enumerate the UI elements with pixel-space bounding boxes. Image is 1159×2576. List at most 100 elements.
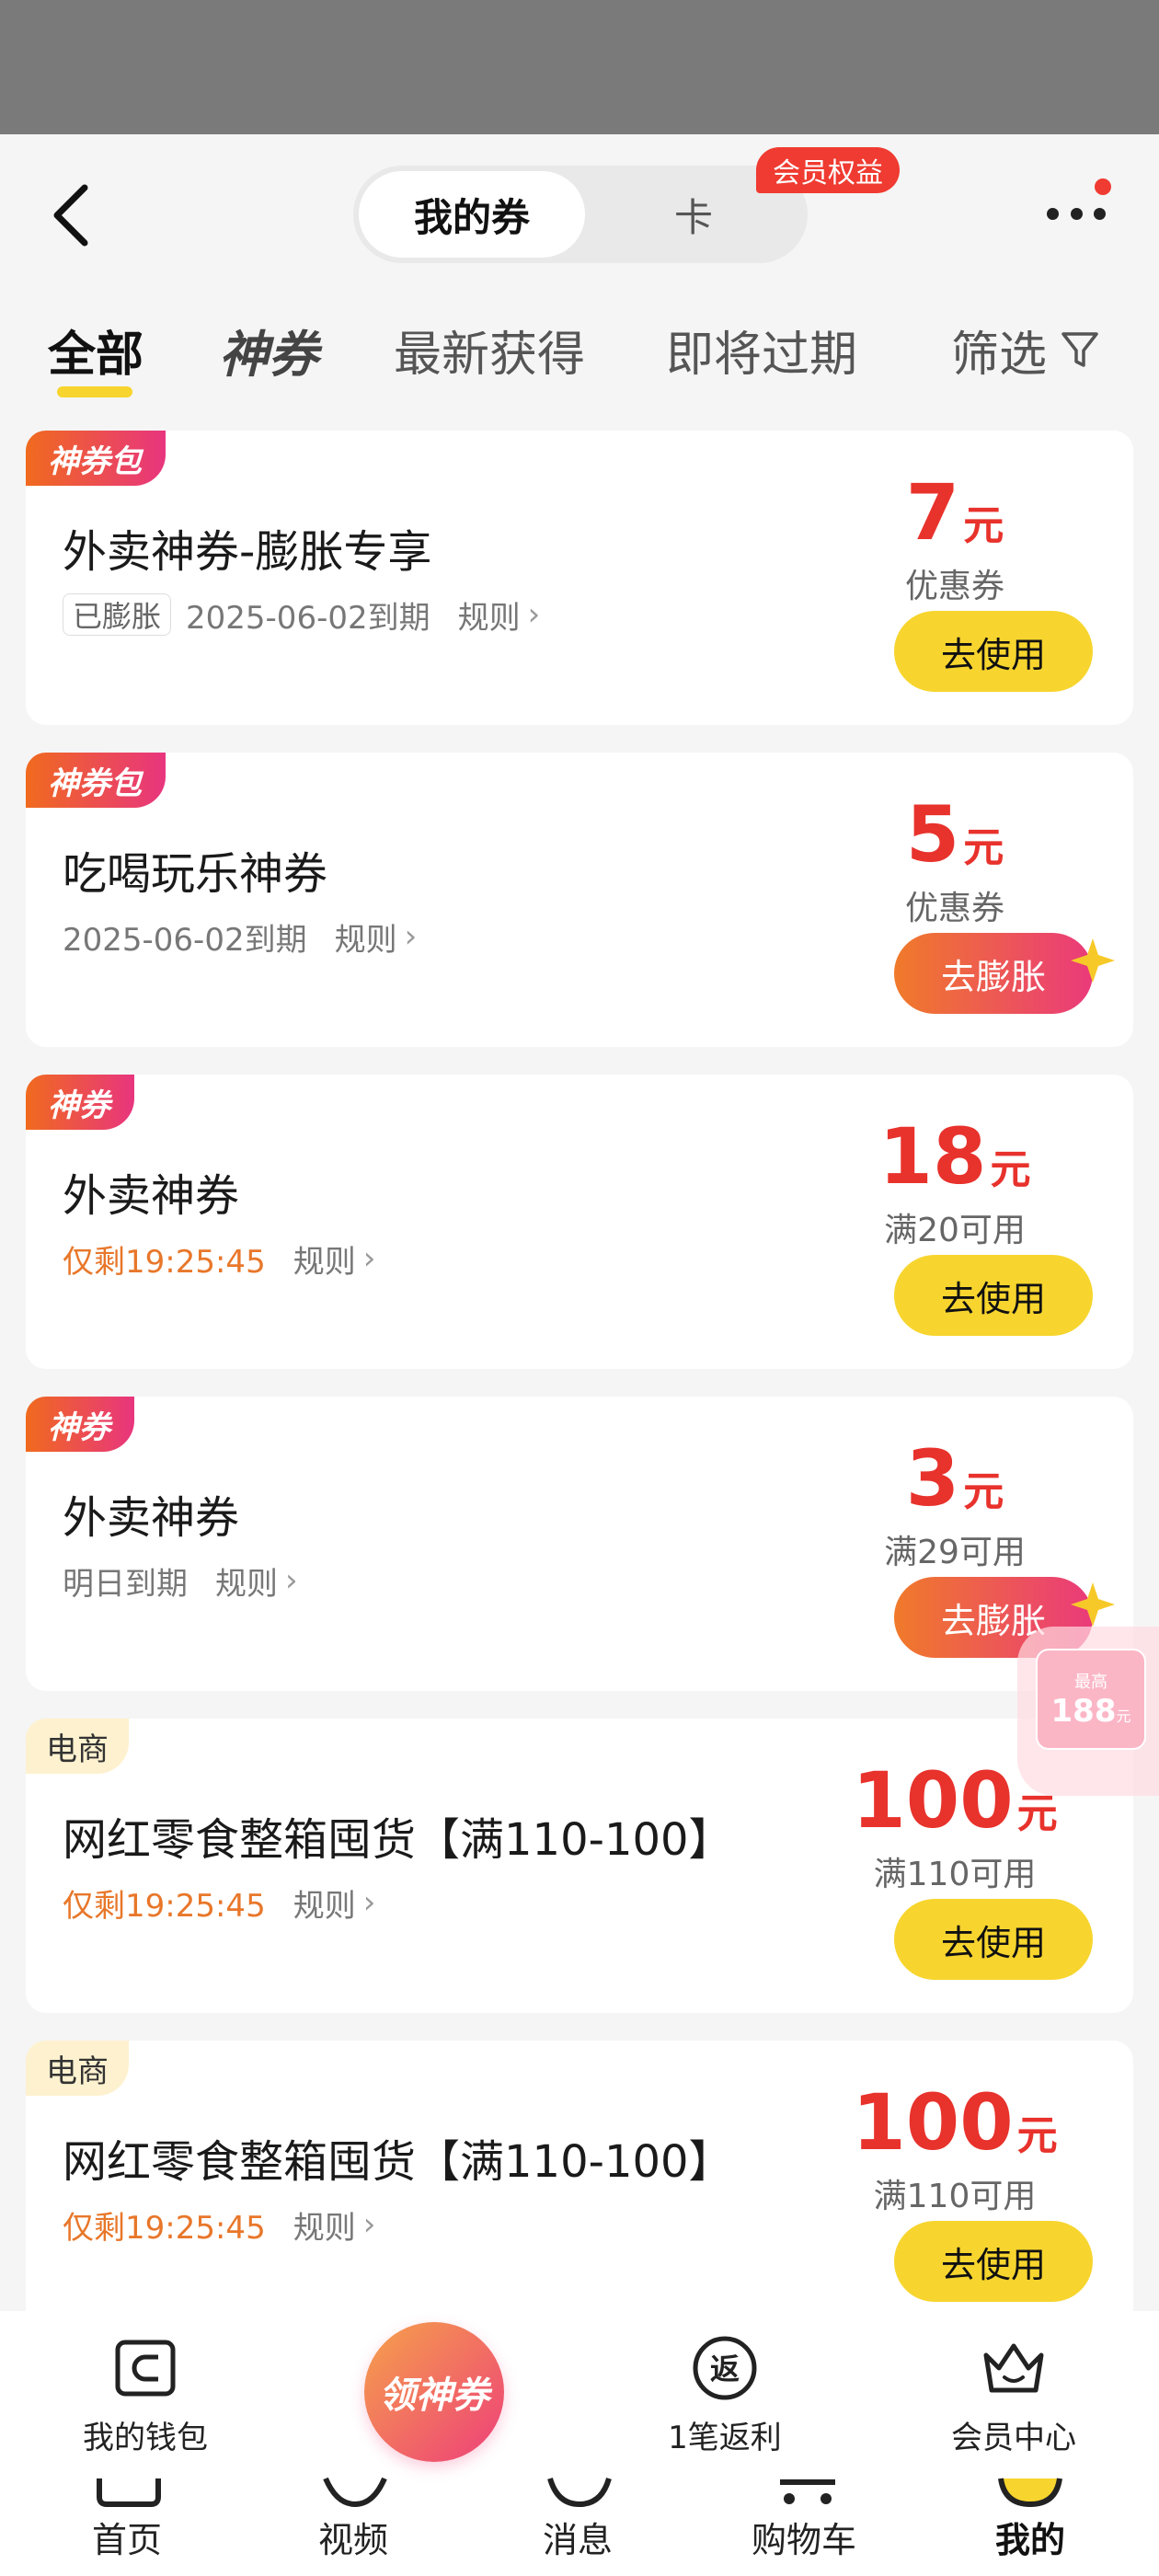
sparkle-star-icon xyxy=(1071,1582,1115,1627)
wallet-button[interactable]: 我的钱包 xyxy=(44,2331,247,2457)
floating-promo-amount: 188元 xyxy=(1051,1693,1131,1730)
inflated-chip: 已膨胀 xyxy=(63,593,172,636)
coupon-amount: 5元 xyxy=(817,789,1093,880)
coupon-expiry: 明日到期 xyxy=(63,1565,188,1603)
coupon-title: 外卖神券 xyxy=(63,1170,240,1222)
coupon-amount-value: 18 xyxy=(878,1111,987,1202)
tab-expiring[interactable]: 即将过期 xyxy=(666,304,857,396)
claim-coupon-button[interactable]: 领神券 xyxy=(364,2322,504,2462)
coupon-meta: 已膨胀 2025-06-02到期 规则 › xyxy=(63,592,540,637)
coupon-condition: 满110可用 xyxy=(873,1856,1037,1893)
floating-promo-number: 188 xyxy=(1050,1693,1117,1730)
rebate-icon: 返 xyxy=(693,2336,757,2400)
coupon-title: 网红零食整箱囤货【满110-100】 xyxy=(63,2136,733,2188)
use-button[interactable]: 去使用 xyxy=(894,611,1093,692)
sparkle-star-icon xyxy=(1071,938,1115,983)
floating-promo-label: 最高 xyxy=(1074,1673,1107,1692)
coupon-tag: 神券 xyxy=(26,1397,134,1452)
rebate-label: 1笔返利 xyxy=(668,2420,782,2456)
more-dots-icon xyxy=(1047,207,1059,220)
member-center-label: 会员中心 xyxy=(951,2420,1076,2456)
coupon-card[interactable]: 电商 网红零食整箱囤货【满110-100】 仅剩19:25:45 规则 › 10… xyxy=(26,2041,1133,2335)
nav-messages[interactable]: 消息 xyxy=(495,2512,660,2562)
chevron-right-icon: › xyxy=(527,596,541,633)
floating-promo-unit: 元 xyxy=(1116,1708,1131,1725)
coupon-amount-value: 7 xyxy=(905,467,960,558)
coupon-amount-value: 100 xyxy=(852,2077,1014,2168)
coupon-amount-unit: 元 xyxy=(1016,2112,1058,2159)
rule-link[interactable]: 规则 xyxy=(293,1236,356,1282)
coupon-meta: 仅剩19:25:45 规则 › xyxy=(63,1880,375,1925)
inflate-button[interactable]: 去膨胀 xyxy=(894,933,1093,1014)
tab-active-underline xyxy=(57,386,132,397)
coupon-tag: 神券包 xyxy=(26,431,166,486)
use-button[interactable]: 去使用 xyxy=(894,1899,1093,1980)
coupon-tag: 电商 xyxy=(26,2041,129,2096)
coupon-amount-value: 3 xyxy=(905,1433,960,1524)
coupon-expiry: 2025-06-02到期 xyxy=(186,599,430,637)
coupon-title: 外卖神券-膨胀专享 xyxy=(63,526,432,578)
rebate-icon-char: 返 xyxy=(710,2352,740,2386)
coupon-card[interactable]: 电商 网红零食整箱囤货【满110-100】 仅剩19:25:45 规则 › 10… xyxy=(26,1719,1133,2013)
rule-link[interactable]: 规则 xyxy=(293,2202,356,2248)
tab-filter-label: 筛选 xyxy=(951,327,1048,383)
coupon-condition: 满110可用 xyxy=(873,2178,1037,2215)
coupon-card[interactable]: 神券包 外卖神券-膨胀专享 已膨胀 2025-06-02到期 规则 › 7元 优… xyxy=(26,431,1133,725)
more-dot xyxy=(1094,207,1106,220)
coupon-amount-unit: 元 xyxy=(963,824,1004,871)
chevron-right-icon: › xyxy=(362,1884,376,1921)
use-button[interactable]: 去使用 xyxy=(894,1255,1093,1336)
member-center-button[interactable]: 会员中心 xyxy=(912,2331,1115,2457)
coupon-tag: 神券 xyxy=(26,1075,134,1130)
coupon-card[interactable]: 神券 外卖神券 仅剩19:25:45 规则 › 18元 满20可用 去使用 xyxy=(26,1075,1133,1369)
coupon-countdown: 仅剩19:25:45 xyxy=(63,1243,266,1281)
rule-link[interactable]: 规则 xyxy=(215,1558,278,1604)
wallet-icon xyxy=(115,2340,176,2397)
more-dot xyxy=(1070,207,1083,220)
coupon-amount-unit: 元 xyxy=(1016,1790,1058,1837)
chevron-left-icon xyxy=(53,184,88,247)
chevron-right-icon: › xyxy=(362,1240,376,1277)
tab-all[interactable]: 全部 xyxy=(48,304,143,396)
member-benefits-badge[interactable]: 会员权益 xyxy=(756,147,900,193)
home-icon xyxy=(97,2478,161,2507)
coupon-title: 吃喝玩乐神券 xyxy=(63,848,328,900)
coupon-meta: 仅剩19:25:45 规则 › xyxy=(63,2202,375,2247)
coupon-tag: 电商 xyxy=(26,1719,129,1774)
more-button[interactable] xyxy=(1047,193,1106,234)
coupon-card[interactable]: 神券包 吃喝玩乐神券 2025-06-02到期 规则 › 5元 优惠券 去膨胀 xyxy=(26,753,1133,1047)
rule-link[interactable]: 规则 xyxy=(293,1880,356,1926)
back-button[interactable] xyxy=(46,180,101,250)
nav-cart[interactable]: 购物车 xyxy=(721,2512,887,2562)
coupon-countdown: 仅剩19:25:45 xyxy=(63,1887,266,1925)
coupon-condition: 优惠券 xyxy=(904,890,1004,927)
tab-latest[interactable]: 最新获得 xyxy=(394,304,585,396)
nav-video[interactable]: 视频 xyxy=(270,2512,436,2562)
coupon-tag: 神券包 xyxy=(26,753,166,808)
coupon-card[interactable]: 神券 外卖神券 明日到期 规则 › 3元 满29可用 去膨胀 xyxy=(26,1397,1133,1691)
cart-icon xyxy=(780,2479,835,2504)
rule-link[interactable]: 规则 xyxy=(458,592,521,638)
chevron-right-icon: › xyxy=(285,1562,298,1599)
coupon-condition: 满20可用 xyxy=(884,1212,1026,1249)
coupon-condition: 满29可用 xyxy=(884,1534,1026,1571)
floating-promo[interactable]: 最高 188元 xyxy=(1017,1627,1159,1796)
crown-icon xyxy=(983,2343,1044,2393)
tab-shenquan[interactable]: 神券 xyxy=(219,304,318,396)
coupon-amount: 18元 xyxy=(817,1111,1093,1202)
video-icon xyxy=(323,2477,387,2508)
profile-icon xyxy=(998,2478,1062,2508)
floating-promo-box: 最高 188元 xyxy=(1036,1649,1146,1750)
coupon-amount: 3元 xyxy=(817,1433,1093,1524)
coupon-countdown: 仅剩19:25:45 xyxy=(63,2209,266,2247)
rule-link[interactable]: 规则 xyxy=(335,914,397,960)
tab-filter[interactable]: 筛选 xyxy=(951,304,1100,396)
nav-mine[interactable]: 我的 xyxy=(947,2512,1113,2562)
use-button[interactable]: 去使用 xyxy=(894,2221,1093,2302)
chevron-right-icon: › xyxy=(404,918,418,955)
segment-my-coupons[interactable]: 我的券 xyxy=(359,171,585,258)
nav-home[interactable]: 首页 xyxy=(44,2512,210,2562)
rebate-button[interactable]: 返 1笔返利 xyxy=(624,2331,826,2457)
message-icon xyxy=(547,2478,612,2508)
coupon-condition: 优惠券 xyxy=(904,568,1004,605)
